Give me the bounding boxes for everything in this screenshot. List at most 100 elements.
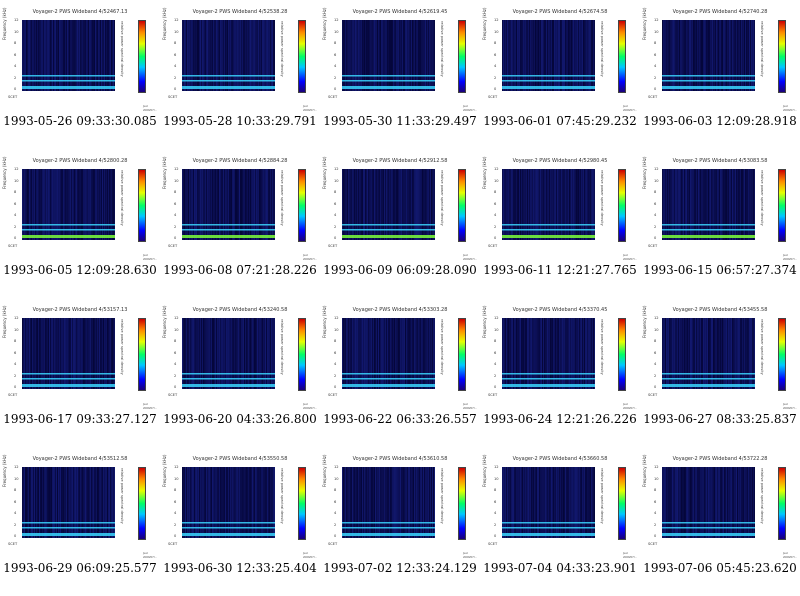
y-tick-label: 4 <box>334 511 337 515</box>
y-tick-label: 6 <box>174 499 177 504</box>
y-tick-label: 2 <box>174 522 177 527</box>
panel-title: Voyager-2 PWS Wideband 4/53370.45 <box>512 307 608 313</box>
panel-caption: 1993-06-15 06:57:27.374 <box>643 263 797 277</box>
colorbar <box>618 318 626 391</box>
colorbar <box>298 169 306 242</box>
scet-label: SCET <box>8 542 18 546</box>
colorbar-label: relative power spectral density <box>280 170 284 226</box>
colorbar-label: relative power spectral density <box>440 468 444 524</box>
y-axis-label: Frequency (kHz) <box>162 7 167 40</box>
y-axis-label: Frequency (kHz) <box>2 305 7 338</box>
panel-caption: 1993-06-11 12:21:27.765 <box>483 263 637 277</box>
y-tick-label: 10 <box>14 29 19 34</box>
y-tick-label: 12 <box>334 18 339 22</box>
y-tick-label: 12 <box>14 18 19 22</box>
y-tick-label: 6 <box>334 52 337 57</box>
panel-title: Voyager-2 PWS Wideband 4/53157.13 <box>32 307 128 313</box>
spectrogram-image <box>22 467 115 538</box>
y-tick-label: 4 <box>494 511 497 515</box>
y-tick-label: 2 <box>654 75 657 80</box>
scet-label: SCET <box>328 95 338 99</box>
y-tick-label: 8 <box>654 339 657 343</box>
y-tick-label: 4 <box>14 511 17 515</box>
panel-title: Voyager-2 PWS Wideband 4/53660.58 <box>512 456 608 462</box>
time-axis-info: SCET <box>328 244 438 248</box>
time-axis-info: SCET <box>168 95 278 99</box>
time-axis-info: SCET <box>168 542 278 546</box>
scet-label: SCET <box>328 542 338 546</box>
colorbar-label: relative power spectral density <box>440 21 444 77</box>
spectrogram-image <box>662 467 755 538</box>
y-tick-label: 0 <box>174 534 177 538</box>
y-axis-label: Frequency (kHz) <box>482 305 487 338</box>
spectrogram-panel: Voyager-2 PWS Wideband 4/52740.28 Freque… <box>640 0 800 149</box>
colorbar-label: relative power spectral density <box>440 170 444 226</box>
colorbar-label: relative power spectral density <box>120 170 124 226</box>
panel-caption: 1993-06-24 12:21:26.226 <box>483 412 637 426</box>
y-tick-label: 2 <box>494 75 497 80</box>
y-tick-label: 10 <box>174 476 179 481</box>
scet-label: SCET <box>168 542 178 546</box>
panel-title: Voyager-2 PWS Wideband 4/53083.58 <box>672 158 768 164</box>
y-tick-label: 8 <box>174 339 177 343</box>
y-tick-label: 0 <box>654 385 657 389</box>
panel-title: Voyager-2 PWS Wideband 4/52980.45 <box>512 158 608 164</box>
colorbar-label: relative power spectral density <box>120 319 124 375</box>
y-tick-label: 10 <box>14 476 19 481</box>
y-tick-label: 12 <box>174 18 179 22</box>
colorbar-label: relative power spectral density <box>760 21 764 77</box>
time-axis-info: SCET <box>648 393 758 397</box>
y-tick-label: 8 <box>334 488 337 492</box>
y-tick-label: 0 <box>494 236 497 240</box>
time-axis-info: SCET <box>168 244 278 248</box>
colorbar-label: relative power spectral density <box>600 170 604 226</box>
panel-caption: 1993-06-22 06:33:26.557 <box>323 412 477 426</box>
scet-label: SCET <box>648 95 658 99</box>
colorbar-label: relative power spectral density <box>120 468 124 524</box>
time-axis-info: SCET <box>168 393 278 397</box>
y-tick-label: 10 <box>14 178 19 183</box>
colorbar <box>778 467 786 540</box>
spectrogram-panel: Voyager-2 PWS Wideband 4/52884.28 Freque… <box>160 149 320 298</box>
y-tick-label: 6 <box>654 350 657 355</box>
scet-label: SCET <box>648 542 658 546</box>
y-tick-label: 4 <box>14 213 17 217</box>
spectrogram-panel: Voyager-2 PWS Wideband 4/52619.45 Freque… <box>320 0 480 149</box>
colorbar <box>458 467 466 540</box>
y-tick-label: 4 <box>14 362 17 366</box>
y-tick-label: 0 <box>654 534 657 538</box>
spectrogram-panel: Voyager-2 PWS Wideband 4/53083.58 Freque… <box>640 149 800 298</box>
panel-caption: 1993-07-06 05:45:23.620 <box>643 561 797 575</box>
y-tick-label: 10 <box>654 476 659 481</box>
plot-stamp: jwd 2009/07/... <box>783 402 798 410</box>
time-axis-info: SCET <box>8 542 118 546</box>
colorbar-label: relative power spectral density <box>760 468 764 524</box>
y-tick-label: 2 <box>494 522 497 527</box>
colorbar-label: relative power spectral density <box>600 468 604 524</box>
panel-caption: 1993-07-04 04:33:23.901 <box>483 561 637 575</box>
plot-stamp: jwd 2009/07/... <box>623 551 638 559</box>
y-tick-label: 10 <box>494 178 499 183</box>
y-tick-label: 4 <box>654 213 657 217</box>
y-tick-label: 10 <box>654 327 659 332</box>
panel-caption: 1993-05-26 09:33:30.085 <box>3 114 157 128</box>
plot-stamp: jwd 2009/07/... <box>303 402 318 410</box>
y-axis-label: Frequency (kHz) <box>482 7 487 40</box>
y-tick-label: 12 <box>14 316 19 320</box>
y-tick-label: 2 <box>174 224 177 229</box>
spectrogram-panel: Voyager-2 PWS Wideband 4/53303.28 Freque… <box>320 298 480 447</box>
y-axis-label: Frequency (kHz) <box>642 305 647 338</box>
spectrogram-image <box>342 169 435 240</box>
panel-title: Voyager-2 PWS Wideband 4/53512.58 <box>32 456 128 462</box>
panel-caption: 1993-05-28 10:33:29.791 <box>163 114 317 128</box>
colorbar-label: relative power spectral density <box>440 319 444 375</box>
panel-title: Voyager-2 PWS Wideband 4/52800.28 <box>32 158 128 164</box>
y-tick-label: 2 <box>334 75 337 80</box>
y-tick-label: 10 <box>174 178 179 183</box>
y-tick-label: 8 <box>654 488 657 492</box>
y-tick-label: 4 <box>654 511 657 515</box>
y-axis-label: Frequency (kHz) <box>482 156 487 189</box>
spectrogram-panel: Voyager-2 PWS Wideband 4/53660.58 Freque… <box>480 447 640 596</box>
y-tick-label: 12 <box>494 167 499 171</box>
plot-stamp: jwd 2009/07/... <box>623 104 638 112</box>
